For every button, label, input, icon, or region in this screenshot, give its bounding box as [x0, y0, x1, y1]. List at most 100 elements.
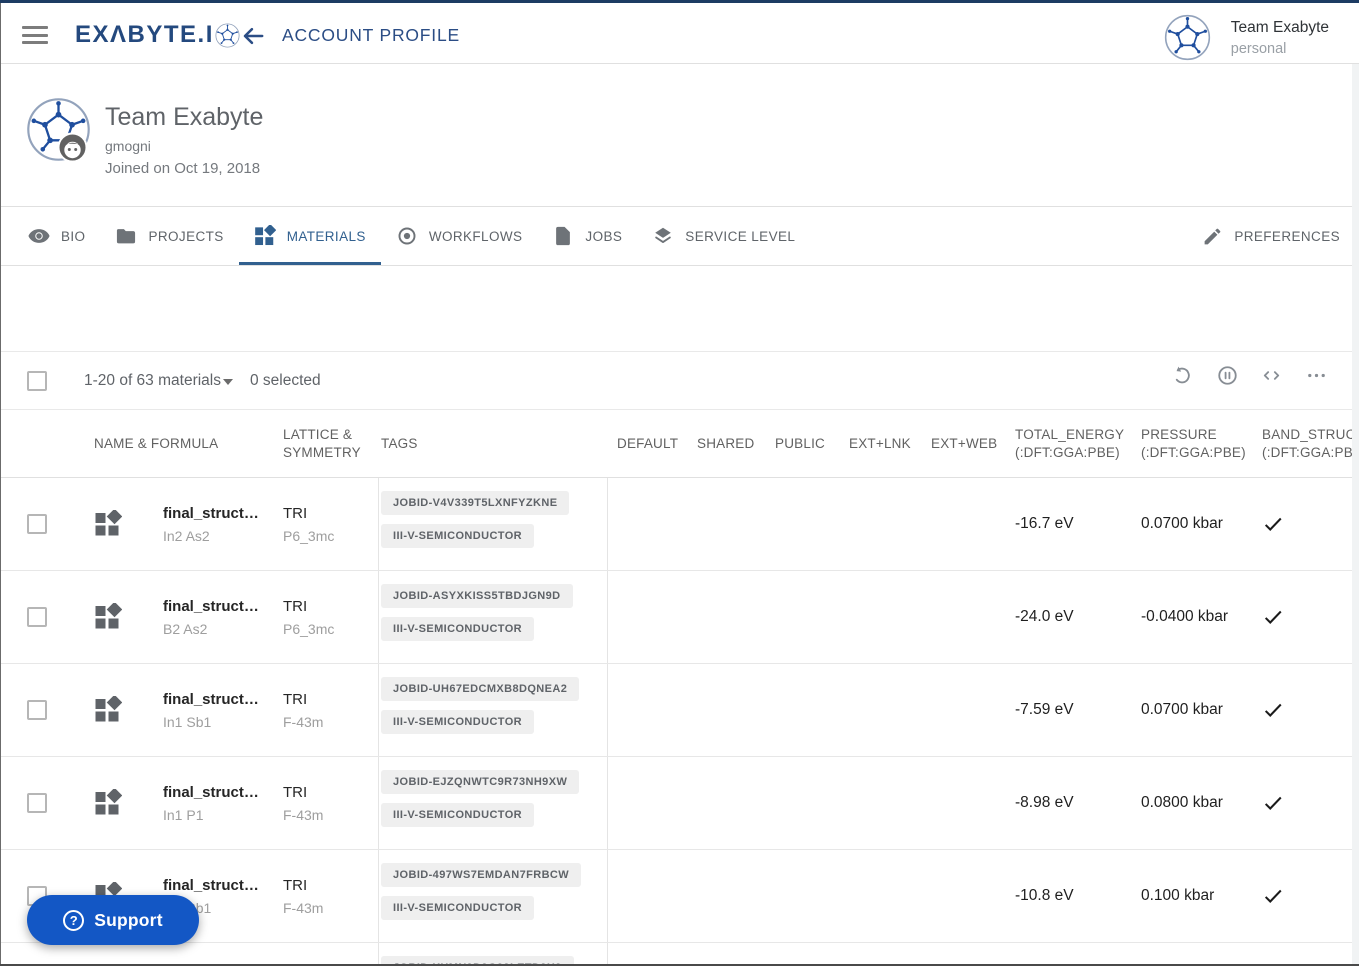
profile-username: gmogni [105, 138, 151, 154]
col-default[interactable]: DEFAULT [608, 435, 688, 453]
tag-chip[interactable]: III-V-SEMICONDUCTOR [381, 896, 535, 920]
reset-icon[interactable] [1171, 364, 1194, 387]
pause-circle-icon[interactable] [1216, 364, 1239, 387]
symmetry-group: F-43m [283, 806, 324, 823]
table-row[interactable]: JOBID-XHMN9D9G99LETD9H9 [0, 943, 1359, 966]
pressure-value: 0.0700 kbar [1141, 701, 1223, 718]
tab-jobs[interactable]: JOBS [537, 207, 637, 265]
page-title: ACCOUNT PROFILE [282, 25, 460, 45]
scrollbar-track[interactable] [1352, 64, 1359, 964]
support-button[interactable]: ? Support [27, 895, 199, 945]
material-formula: B2 As2 [163, 620, 208, 637]
total-energy-value: -10.8 eV [1015, 887, 1074, 904]
table-row[interactable]: final_struct… In1 P1 TRI F-43m JOBID-EJZQN… [0, 757, 1359, 850]
lattice-type: TRI [283, 597, 308, 615]
table-row[interactable]: final_struct…In1 Sb1 TRIF-43m JOBID-497W… [0, 850, 1359, 943]
material-name[interactable]: final_struct… [163, 505, 283, 522]
row-checkbox[interactable] [27, 607, 47, 627]
pressure-value: 0.0700 kbar [1141, 515, 1223, 532]
window-edge-left [0, 3, 1, 966]
tags-cell: JOBID-ASYXKISS5TBDJGN9D III-V-SEMICONDUCT… [378, 571, 608, 663]
profile-header: Team Exabyte gmogni Joined on Oct 19, 20… [0, 64, 1359, 207]
app-bar: EXΛBYTE.I ACCOUNT PROFILE Team Exabyte p… [0, 3, 1359, 64]
pagination-caret-icon[interactable] [223, 379, 233, 385]
total-energy-value: -8.98 eV [1015, 794, 1074, 811]
material-formula: In1 P1 [163, 806, 204, 823]
pressure-value: -0.0400 kbar [1141, 608, 1229, 625]
total-energy-value: -7.59 eV [1015, 701, 1074, 718]
total-energy-value: -16.7 eV [1015, 515, 1074, 532]
tag-chip[interactable]: JOBID-V4V339T5LXNFYZKNE [381, 491, 570, 515]
menu-icon[interactable] [22, 26, 48, 44]
tab-bio[interactable]: BIO [13, 207, 100, 265]
tag-chip[interactable]: III-V-SEMICONDUCTOR [381, 617, 535, 641]
tab-materials[interactable]: MATERIALS [238, 207, 381, 265]
tag-chip[interactable]: III-V-SEMICONDUCTOR [381, 803, 535, 827]
tab-service-level[interactable]: SERVICE LEVEL [637, 207, 810, 265]
col-tags[interactable]: TAGS [378, 435, 608, 453]
col-name-formula[interactable]: NAME & FORMULA [94, 435, 283, 453]
tag-chip[interactable]: JOBID-497WS7EMDAN7FRBCW [381, 863, 582, 887]
pencil-icon [1204, 228, 1221, 244]
pressure-value: 0.0800 kbar [1141, 794, 1223, 811]
row-checkbox[interactable] [27, 700, 47, 720]
preferences-button[interactable]: PREFERENCES [1202, 207, 1340, 265]
select-all-checkbox[interactable] [27, 371, 47, 391]
table-header-row: NAME & FORMULA LATTICE & SYMMETRY TAGS DE… [0, 410, 1359, 478]
col-total-energy[interactable]: TOTAL_ENERGY (:DFT:GGA:PBE) [1005, 426, 1131, 462]
pressure-value: 0.100 kbar [1141, 887, 1215, 904]
tab-workflows[interactable]: WORKFLOWS [381, 207, 538, 265]
col-lattice-symmetry[interactable]: LATTICE & SYMMETRY [283, 426, 378, 462]
check-icon [1264, 703, 1282, 717]
tags-cell: JOBID-XHMN9D9G99LETD9H9 [378, 943, 608, 966]
table-row[interactable]: final_struct… In2 As2 TRI P6_3mc JOBID-V4V… [0, 478, 1359, 571]
profile-joined-date: Joined on Oct 19, 2018 [105, 160, 261, 177]
col-band-structure[interactable]: BAND_STRUCTURE(:DFT:GGA:PBE) [1252, 426, 1359, 462]
logo-text: EXΛBYTE.I [75, 21, 214, 48]
col-pressure[interactable]: PRESSURE (:DFT:GGA:PBE) [1131, 426, 1252, 462]
lattice-type: TRI [283, 504, 308, 522]
check-icon [1264, 889, 1282, 903]
material-icon [95, 603, 122, 629]
user-face-badge-icon [57, 132, 88, 163]
pagination-range[interactable]: 1-20 of 63 materials [84, 372, 221, 390]
account-avatar [1164, 14, 1210, 61]
material-name[interactable]: final_struct… [163, 877, 283, 894]
col-shared[interactable]: SHARED [688, 435, 766, 453]
tab-projects[interactable]: PROJECTS [100, 207, 238, 265]
tag-chip[interactable]: JOBID-EJZQNWTC9R73NH9XW [381, 770, 580, 794]
col-public[interactable]: PUBLIC [766, 435, 840, 453]
symmetry-group: F-43m [283, 713, 324, 730]
tag-chip[interactable]: III-V-SEMICONDUCTOR [381, 710, 535, 734]
lattice-type: TRI [283, 783, 308, 801]
check-icon [1264, 796, 1282, 810]
tags-cell: JOBID-UH67EDCMXB8DQNEA2 III-V-SEMICONDUCT… [378, 664, 608, 756]
col-ext-web[interactable]: EXT+WEB [922, 435, 1005, 453]
eye-icon [28, 229, 50, 243]
table-row[interactable]: final_struct… B2 As2 TRI P6_3mc JOBID-ASYX… [0, 571, 1359, 664]
symmetry-group: P6_3mc [283, 527, 335, 544]
tag-chip[interactable]: III-V-SEMICONDUCTOR [381, 524, 535, 548]
col-ext-lnk[interactable]: EXT+LNK [840, 435, 922, 453]
material-name[interactable]: final_struct… [163, 784, 283, 801]
material-icon [95, 789, 122, 815]
window-edge-top [0, 0, 1359, 3]
tags-cell: JOBID-EJZQNWTC9R73NH9XW III-V-SEMICONDUCT… [378, 757, 608, 849]
account-switcher[interactable]: Team Exabyte personal [1164, 14, 1329, 61]
more-horizontal-icon[interactable] [1305, 364, 1328, 387]
row-checkbox[interactable] [27, 514, 47, 534]
account-name: Team Exabyte [1230, 18, 1329, 36]
check-icon [1264, 517, 1282, 531]
tag-chip[interactable]: JOBID-ASYXKISS5TBDJGN9D [381, 584, 573, 608]
table-row[interactable]: final_struct… In1 Sb1 TRI F-43m JOBID-UH67… [0, 664, 1359, 757]
tag-chip[interactable]: JOBID-UH67EDCMXB8DQNEA2 [381, 677, 580, 701]
row-checkbox[interactable] [27, 793, 47, 813]
material-name[interactable]: final_struct… [163, 691, 283, 708]
logo-ball-icon [215, 22, 240, 48]
lattice-type: TRI [283, 876, 308, 894]
profile-name: Team Exabyte [105, 103, 264, 131]
back-arrow-icon[interactable] [240, 23, 266, 49]
exabyte-logo[interactable]: EXΛBYTE.I [75, 21, 240, 49]
material-name[interactable]: final_struct… [163, 598, 283, 615]
code-icon[interactable] [1260, 364, 1283, 387]
